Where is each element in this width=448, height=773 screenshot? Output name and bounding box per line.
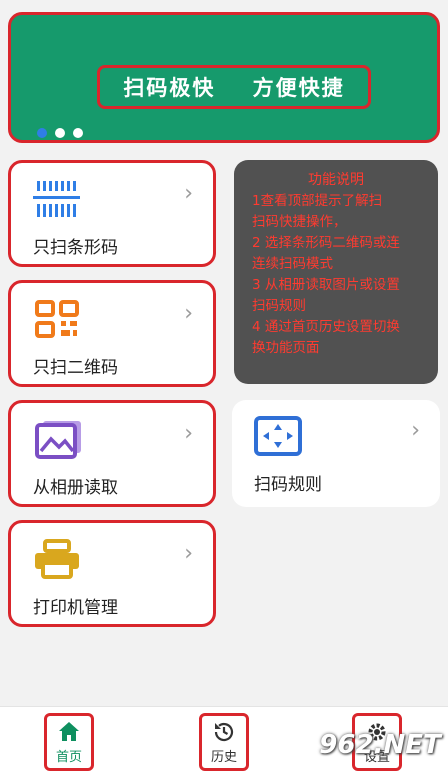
banner-slogan: 扫码极快 方便快捷 — [97, 65, 371, 109]
printer-management-card[interactable]: › 打印机管理 — [8, 520, 216, 627]
photo-album-icon — [35, 421, 81, 459]
nav-home-label: 首页 — [55, 749, 82, 765]
qrcode-icon — [35, 300, 79, 338]
overlay-line: 扫码规则 — [252, 298, 306, 314]
carousel-dots — [37, 128, 83, 138]
card-label: 只扫二维码 — [33, 358, 118, 378]
card-label: 只扫条形码 — [33, 238, 118, 258]
scan-frame-icon — [254, 416, 302, 456]
home-icon — [59, 721, 79, 741]
nav-history[interactable]: 历史 — [199, 713, 249, 771]
carousel-dot[interactable] — [37, 128, 47, 138]
card-label: 扫码规则 — [254, 475, 322, 495]
overlay-line: 2 选择条形码二维码或连 — [252, 235, 400, 251]
promo-banner[interactable]: 扫码极快 方便快捷 — [8, 12, 440, 143]
nav-home[interactable]: 首页 — [44, 713, 94, 771]
history-clock-icon — [214, 722, 234, 741]
watermark-logo: 962.NET — [319, 730, 441, 760]
printer-icon — [35, 539, 79, 579]
nav-history-label: 历史 — [210, 749, 237, 765]
card-label: 从相册读取 — [33, 478, 118, 498]
read-from-album-card[interactable]: › 从相册读取 — [8, 400, 216, 507]
overlay-title: 功能说明 — [308, 172, 364, 188]
carousel-dot[interactable] — [55, 128, 65, 138]
overlay-line: 1查看顶部提示了解扫 — [252, 193, 383, 209]
overlay-line: 连续扫码模式 — [252, 256, 333, 272]
overlay-line: 换功能页面 — [252, 340, 320, 356]
chevron-right-icon: › — [184, 541, 193, 566]
chevron-right-icon: › — [184, 181, 193, 206]
scan-barcode-card[interactable]: › 只扫条形码 — [8, 160, 216, 267]
feature-description-overlay: 功能说明 1查看顶部提示了解扫 扫码快捷操作， 2 选择条形码二维码或连 连续扫… — [234, 160, 438, 384]
chevron-right-icon: › — [184, 421, 193, 446]
overlay-line: 4 通过首页历史设置切换 — [252, 319, 400, 335]
chevron-right-icon: › — [184, 301, 193, 326]
barcode-icon — [33, 181, 80, 217]
carousel-dot[interactable] — [73, 128, 83, 138]
chevron-right-icon: › — [411, 418, 420, 443]
overlay-line: 3 从相册读取图片或设置 — [252, 277, 400, 293]
overlay-line: 扫码快捷操作， — [252, 214, 347, 230]
scan-qrcode-card[interactable]: › 只扫二维码 — [8, 280, 216, 387]
card-label: 打印机管理 — [33, 598, 118, 618]
scan-rules-card[interactable]: › 扫码规则 — [232, 400, 440, 507]
